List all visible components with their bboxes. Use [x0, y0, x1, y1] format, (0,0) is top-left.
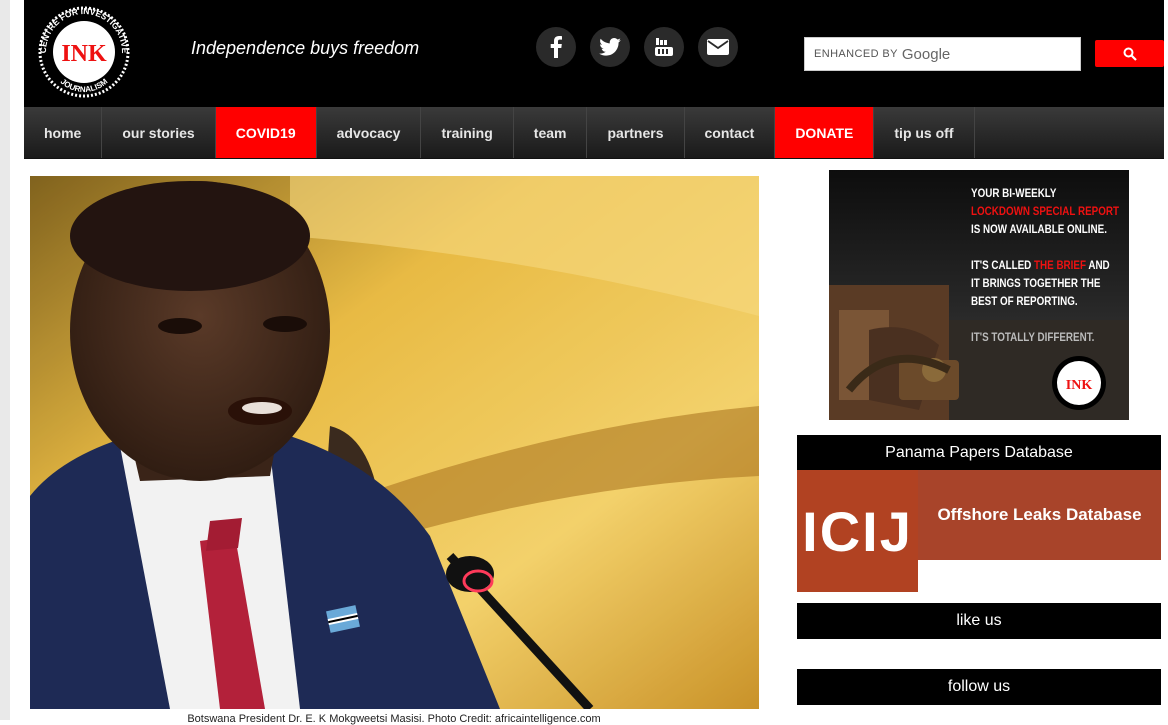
search-icon: [1123, 47, 1137, 61]
ad-line-6: BEST OF REPORTING.: [971, 294, 1078, 308]
mail-icon[interactable]: [698, 27, 738, 67]
ad-ink-logo: INK: [1052, 356, 1106, 410]
ad-line-4b: THE BRIEF: [1034, 258, 1086, 272]
nav-home[interactable]: home: [24, 107, 103, 158]
left-gutter: [0, 0, 10, 720]
twitter-icon[interactable]: [590, 27, 630, 67]
main-nav: home our stories COVID19 advocacy traini…: [24, 107, 1164, 159]
nav-donate[interactable]: DONATE: [775, 107, 875, 158]
enhanced-by-label: ENHANCED BY: [814, 48, 898, 60]
nav-covid19[interactable]: COVID19: [215, 107, 317, 158]
google-label: Google: [901, 45, 951, 63]
search-button[interactable]: [1095, 40, 1164, 67]
facebook-icon[interactable]: [536, 27, 576, 67]
nav-partners[interactable]: partners: [587, 107, 685, 158]
panama-papers-widget[interactable]: Panama Papers Database ICIJ Offshore Lea…: [797, 435, 1161, 592]
offshore-leaks-title: Offshore Leaks Database: [918, 470, 1161, 560]
photo-caption: Botswana President Dr. E. K Mokgweetsi M…: [187, 713, 601, 725]
follow-us-heading: follow us: [797, 669, 1161, 705]
ad-line-4c: AND: [1085, 258, 1110, 272]
logo-ink-text: INK: [61, 41, 107, 67]
icij-logo: ICIJ: [797, 470, 918, 592]
nav-contact[interactable]: contact: [685, 107, 776, 158]
nav-our-stories[interactable]: our stories: [102, 107, 216, 158]
tagline: Independence buys freedom: [191, 38, 420, 58]
ad-line-5: IT BRINGS TOGETHER THE: [971, 276, 1101, 290]
page-wrapper: CENTRE FOR INVESTIGATIVE JOURNALISM INK …: [24, 0, 1164, 725]
ad-line-4a: IT'S CALLED: [971, 258, 1035, 272]
like-us-heading: like us: [797, 603, 1161, 639]
ad-line-1: YOUR BI-WEEKLY: [971, 186, 1057, 200]
social-icons: [536, 27, 738, 67]
ad-line-3: IS NOW AVAILABLE ONLINE.: [971, 222, 1107, 236]
ad-logo-text: INK: [1066, 378, 1093, 393]
site-header: CENTRE FOR INVESTIGATIVE JOURNALISM INK …: [24, 0, 1164, 107]
search-input[interactable]: ENHANCED BY Google: [804, 37, 1081, 71]
ad-line-2: LOCKDOWN SPECIAL REPORT: [971, 204, 1119, 218]
article-photo[interactable]: [30, 176, 759, 709]
nav-advocacy[interactable]: advocacy: [317, 107, 422, 158]
youtube-icon[interactable]: [644, 27, 684, 67]
nav-team[interactable]: team: [514, 107, 588, 158]
ink-logo[interactable]: CENTRE FOR INVESTIGATIVE JOURNALISM INK: [28, 0, 140, 104]
lockdown-report-ad[interactable]: INK YOUR BI-WEEKLY LOCKDOWN SPECIAL REPO…: [829, 170, 1129, 420]
ad-line-7: IT'S TOTALLY DIFFERENT.: [971, 330, 1095, 344]
nav-tip-us-off[interactable]: tip us off: [874, 107, 975, 158]
nav-training[interactable]: training: [421, 107, 514, 158]
panama-papers-title: Panama Papers Database: [797, 435, 1161, 470]
ad-text: YOUR BI-WEEKLY LOCKDOWN SPECIAL REPORT I…: [971, 184, 1119, 346]
